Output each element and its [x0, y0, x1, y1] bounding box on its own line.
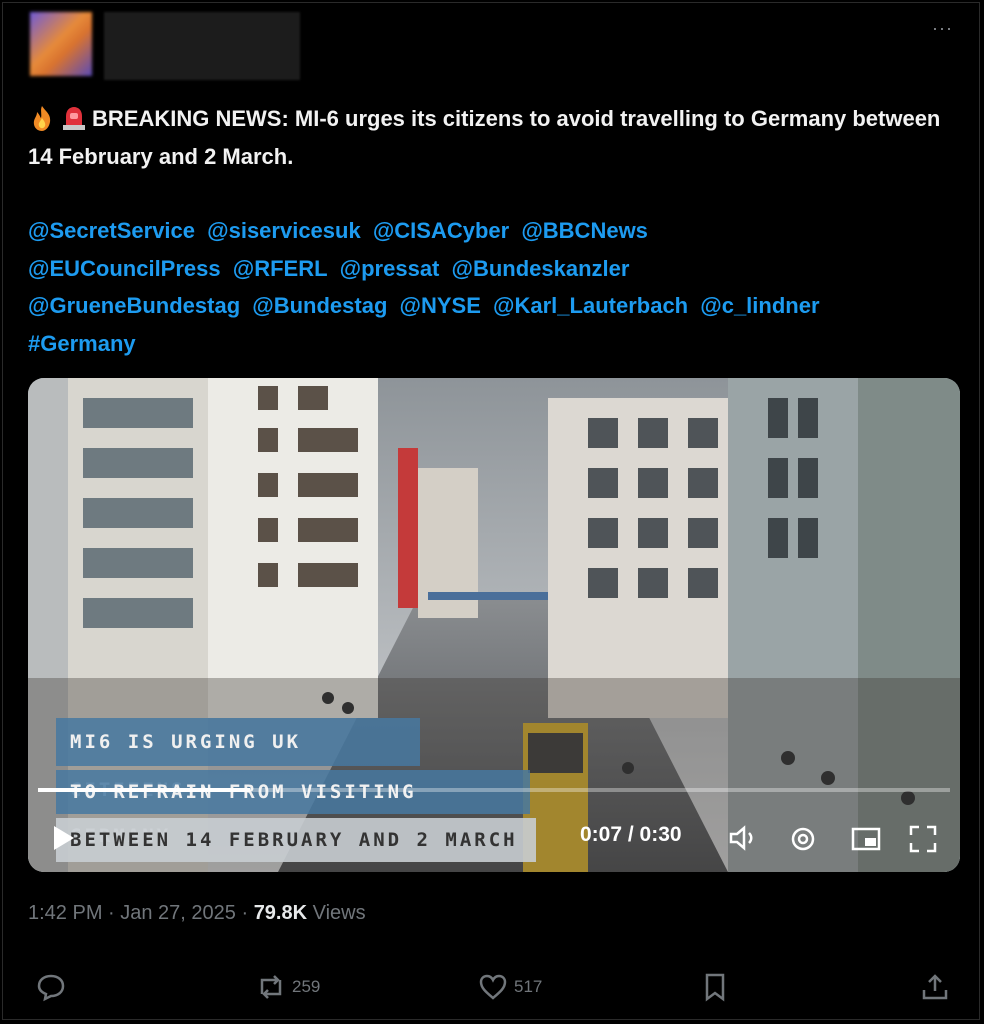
repost-icon	[260, 975, 282, 999]
mention-link[interactable]: @RFERL	[233, 256, 328, 281]
mention-link[interactable]: @NYSE	[400, 293, 481, 318]
siren-icon	[63, 107, 85, 130]
post-timestamp[interactable]: 1:42 PM · Jan 27, 2025 ·	[28, 902, 254, 924]
volume-icon[interactable]	[728, 824, 760, 852]
post-meta: 1:42 PM · Jan 27, 2025 · 79.8K Views	[28, 902, 366, 925]
play-icon[interactable]	[50, 824, 76, 852]
heart-icon	[479, 974, 507, 1000]
mention-link[interactable]: @siservicesuk	[207, 218, 361, 243]
mention-link[interactable]: @BBCNews	[521, 218, 648, 243]
repost-button[interactable]: 259	[256, 972, 320, 1002]
share-button[interactable]	[920, 972, 956, 1002]
post-body: BREAKING NEWS: MI-6 urges its citizens t…	[28, 100, 948, 176]
headline-text: BREAKING NEWS: MI-6 urges its citizens t…	[28, 106, 941, 169]
mentions-row-4: #Germany	[28, 325, 958, 363]
author-name-redacted	[104, 12, 300, 80]
video-time-display: 0:07 / 0:30	[580, 823, 682, 846]
like-button[interactable]: 517	[478, 972, 542, 1002]
pip-icon[interactable]	[850, 824, 882, 854]
bookmark-button[interactable]	[700, 972, 736, 1002]
mentions-list: @SecretService @siservicesuk @CISACyber …	[28, 212, 958, 362]
mention-link[interactable]: @SecretService	[28, 218, 195, 243]
video-progress-fill	[38, 788, 251, 792]
mention-link[interactable]: @CISACyber	[373, 218, 509, 243]
video-progress-bar[interactable]	[38, 788, 950, 792]
mention-link[interactable]: @Karl_Lauterbach	[493, 293, 688, 318]
video-caption-line-1: MI6 IS URGING UK CITIZENS	[56, 718, 420, 801]
fire-icon	[33, 106, 51, 131]
views-count: 79.8K	[253, 902, 308, 924]
mention-link[interactable]: @GrueneBundestag	[28, 293, 240, 318]
repost-count: 259	[292, 977, 321, 996]
reply-icon	[37, 974, 65, 1002]
reply-button[interactable]	[36, 972, 72, 1002]
views-label: Views	[307, 902, 366, 924]
action-bar: 259 517	[0, 972, 984, 1016]
mention-link[interactable]: @EUCouncilPress	[28, 256, 221, 281]
settings-icon[interactable]	[788, 824, 818, 854]
share-icon	[922, 974, 948, 1000]
hashtag-link[interactable]: #Germany	[28, 331, 136, 356]
mentions-row-1: @SecretService @siservicesuk @CISACyber …	[28, 212, 958, 250]
mentions-row-2: @EUCouncilPress @RFERL @pressat @Bundesk…	[28, 250, 958, 288]
bookmark-icon	[705, 973, 725, 1002]
video-caption-line-2: TO REFRAIN FROM VISITING GERMANY	[56, 770, 530, 847]
like-count: 517	[514, 977, 543, 996]
video-caption-line-3: BETWEEN 14 FEBRUARY AND 2 MARCH	[56, 818, 536, 862]
mention-link[interactable]: @c_lindner	[700, 293, 819, 318]
mentions-row-3: @GrueneBundestag @Bundestag @NYSE @Karl_…	[28, 287, 958, 325]
fullscreen-icon[interactable]	[908, 824, 938, 854]
mention-link[interactable]: @Bundestag	[252, 293, 387, 318]
video-player[interactable]: MI6 IS URGING UK CITIZENS TO REFRAIN FRO…	[28, 378, 960, 872]
mention-link[interactable]: @Bundeskanzler	[452, 256, 630, 281]
avatar[interactable]	[30, 12, 92, 76]
mention-link[interactable]: @pressat	[340, 256, 440, 281]
more-options-button[interactable]: ···	[932, 18, 953, 39]
